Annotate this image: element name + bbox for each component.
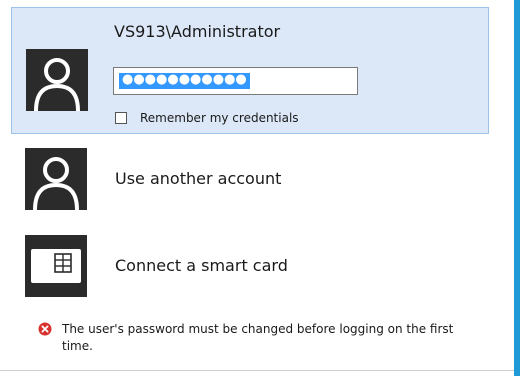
connect-smart-card-label: Connect a smart card <box>115 256 288 275</box>
bottom-divider <box>0 370 514 371</box>
user-avatar-icon <box>25 148 87 210</box>
remember-credentials-row[interactable]: Remember my credentials <box>115 110 299 126</box>
error-icon <box>38 321 52 336</box>
account-name: VS913\Administrator <box>114 22 281 41</box>
user-avatar-icon <box>26 49 88 111</box>
error-text: The user's password must be changed befo… <box>62 322 454 353</box>
password-input[interactable]: ●●●●●●●●●●● <box>113 67 358 95</box>
connect-smart-card-option[interactable]: Connect a smart card <box>25 235 465 297</box>
remember-credentials-checkbox[interactable] <box>115 112 127 124</box>
remember-credentials-label[interactable]: Remember my credentials <box>140 111 299 125</box>
use-another-account-option[interactable]: Use another account <box>25 148 465 210</box>
window-accent-strip <box>514 0 520 376</box>
selected-account-tile[interactable]: VS913\Administrator ●●●●●●●●●●● Remember… <box>11 7 489 134</box>
smart-card-icon <box>25 235 87 297</box>
password-masked-value: ●●●●●●●●●●● <box>119 73 250 89</box>
use-another-account-label: Use another account <box>115 169 282 188</box>
